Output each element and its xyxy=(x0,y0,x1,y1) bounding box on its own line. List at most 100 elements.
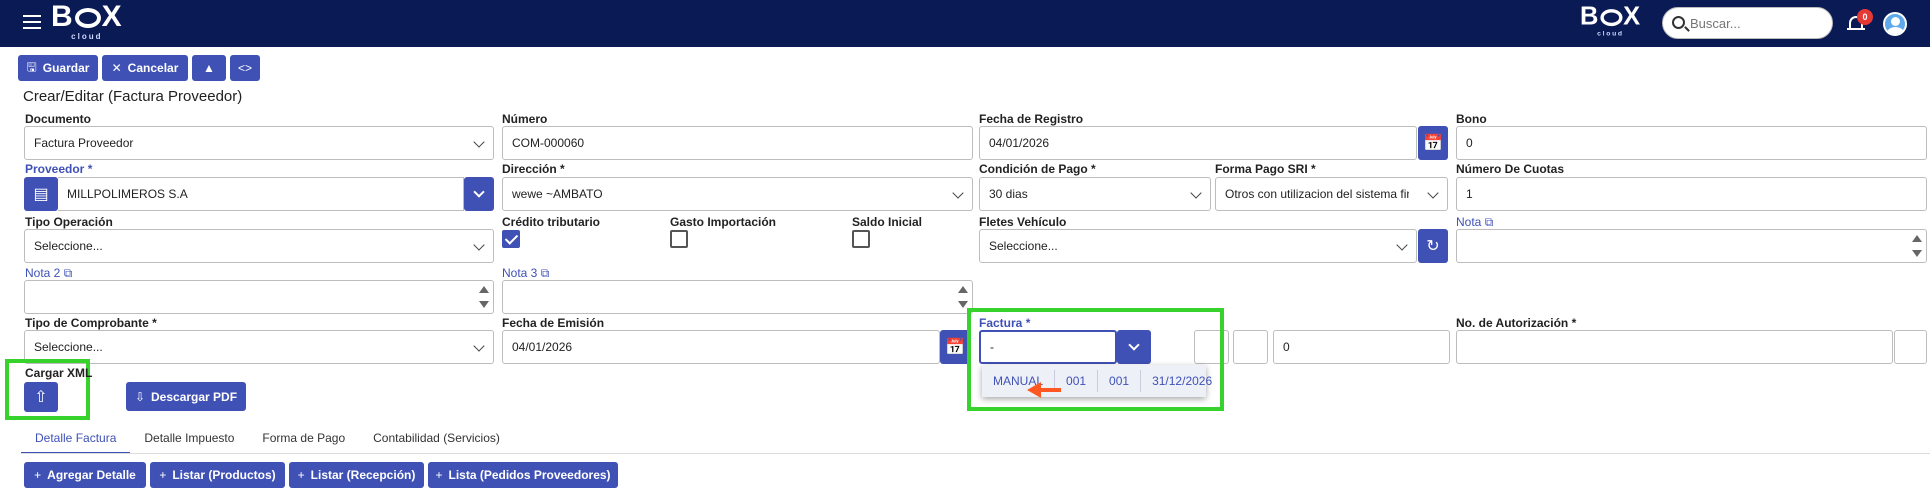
tipo-comprobante-label: Tipo de Comprobante * xyxy=(25,316,157,330)
factura-highlight-box xyxy=(967,308,1224,411)
nota-textarea[interactable] xyxy=(1456,229,1927,263)
numero-cuotas-input[interactable]: 1 xyxy=(1456,177,1927,211)
no-autorizacion-label: No. de Autorización * xyxy=(1456,316,1577,330)
code-button[interactable]: <> xyxy=(230,55,260,81)
brand-logo-right: BX cloud xyxy=(1580,2,1641,38)
documento-label: Documento xyxy=(25,112,91,126)
nota-label: Nota ⧉ xyxy=(1456,215,1494,229)
documento-select[interactable]: Factura Proveedor xyxy=(24,126,494,160)
bono-input[interactable]: 0 xyxy=(1456,126,1927,160)
fecha-registro-input[interactable]: 04/01/2026 xyxy=(979,126,1417,160)
tipo-operacion-label: Tipo Operación xyxy=(25,215,113,229)
tab-detalle-factura[interactable]: Detalle Factura xyxy=(21,428,131,454)
page-title: Crear/Editar (Factura Proveedor) xyxy=(23,88,243,105)
tab-contabilidad[interactable]: Contabilidad (Servicios) xyxy=(359,428,514,454)
condicion-pago-label: Condición de Pago * xyxy=(979,162,1096,176)
descargar-pdf-button[interactable]: ⇩ Descargar PDF xyxy=(126,382,246,411)
spin-down-icon[interactable] xyxy=(1912,250,1922,257)
gasto-importacion-checkbox[interactable] xyxy=(670,230,688,248)
floppy-icon: 🖫 xyxy=(26,59,37,74)
chevron-down-icon xyxy=(1427,187,1439,199)
calendar-icon[interactable]: 📅 xyxy=(940,330,970,364)
saldo-inicial-checkbox[interactable] xyxy=(852,230,870,248)
bono-label: Bono xyxy=(1456,112,1487,126)
plus-icon: + xyxy=(435,468,443,482)
spin-down-icon[interactable] xyxy=(479,301,489,308)
app-logo[interactable]: BX cloud xyxy=(51,2,123,42)
tipo-operacion-select[interactable]: Seleccione... xyxy=(24,229,494,263)
copy-icon[interactable]: ⧉ xyxy=(541,266,550,280)
save-button[interactable]: 🖫 Guardar xyxy=(18,55,98,81)
bank-icon: ▲ xyxy=(203,61,215,75)
chevron-down-icon xyxy=(473,340,485,352)
factura-numero-input[interactable]: 0 xyxy=(1273,330,1450,364)
nota3-label: Nota 3 ⧉ xyxy=(502,266,550,280)
fecha-registro-label: Fecha de Registro xyxy=(979,112,1084,126)
fletes-vehiculo-select[interactable]: Seleccione... xyxy=(979,229,1417,263)
condicion-pago-select[interactable]: 30 dias xyxy=(979,177,1211,211)
cancel-button[interactable]: ✕ Cancelar xyxy=(102,55,188,81)
direccion-select[interactable]: wewe ~AMBATO xyxy=(502,177,973,211)
proveedor-label: Proveedor * xyxy=(25,162,93,176)
hamburger-icon[interactable] xyxy=(23,15,41,29)
bank-button[interactable]: ▲ xyxy=(192,55,226,81)
direccion-label: Dirección * xyxy=(502,162,565,176)
factura-serie2-input[interactable] xyxy=(1233,330,1268,364)
nota3-textarea[interactable] xyxy=(502,280,973,314)
tipo-comprobante-select[interactable]: Seleccione... xyxy=(24,330,494,364)
lista-pedidos-button[interactable]: + Lista (Pedidos Proveedores) xyxy=(428,462,618,488)
spin-up-icon[interactable] xyxy=(479,286,489,293)
no-autorizacion-input[interactable] xyxy=(1456,330,1893,364)
credito-tributario-checkbox[interactable] xyxy=(502,230,520,248)
proveedor-input[interactable]: MILLPOLIMEROS S.A xyxy=(58,177,464,211)
saldo-inicial-label: Saldo Inicial xyxy=(852,215,923,229)
tab-forma-pago[interactable]: Forma de Pago xyxy=(248,428,359,454)
spin-down-icon[interactable] xyxy=(958,301,968,308)
top-bar: BX cloud BX cloud 0 xyxy=(0,0,1930,47)
close-icon: ✕ xyxy=(111,61,122,75)
copy-icon[interactable]: ⧉ xyxy=(64,266,73,280)
fecha-emision-input[interactable]: 04/01/2026 xyxy=(502,330,940,364)
numero-input[interactable]: COM-000060 xyxy=(502,126,973,160)
no-autorizacion-extra[interactable] xyxy=(1894,330,1927,364)
gasto-importacion-label: Gasto Importación xyxy=(670,215,777,229)
code-icon: <> xyxy=(237,61,252,75)
calendar-icon[interactable]: 📅 xyxy=(1418,126,1448,160)
forma-pago-sri-label: Forma Pago SRI * xyxy=(1215,162,1316,176)
credito-tributario-label: Crédito tributario xyxy=(502,215,600,229)
upload-icon[interactable]: ⇧ xyxy=(24,382,58,412)
listar-productos-button[interactable]: + Listar (Productos) xyxy=(150,462,285,488)
chevron-down-icon xyxy=(473,186,485,198)
nota2-textarea[interactable] xyxy=(24,280,494,314)
tab-divider xyxy=(21,453,1930,454)
refresh-icon[interactable]: ↻ xyxy=(1418,229,1448,263)
agregar-detalle-button[interactable]: + Agregar Detalle xyxy=(24,462,146,488)
search-icon xyxy=(1672,16,1685,29)
notification-badge: 0 xyxy=(1857,9,1873,25)
listar-recepcion-button[interactable]: + Listar (Recepción) xyxy=(289,462,424,488)
global-search[interactable] xyxy=(1662,7,1833,39)
chevron-down-icon xyxy=(473,136,485,148)
chevron-down-icon xyxy=(473,239,485,251)
search-input[interactable] xyxy=(1690,13,1825,33)
plus-icon: + xyxy=(34,468,42,482)
detail-tabs: Detalle Factura Detalle Impuesto Forma d… xyxy=(21,428,514,454)
nota2-label: Nota 2 ⧉ xyxy=(25,266,73,280)
spin-up-icon[interactable] xyxy=(1912,235,1922,242)
forma-pago-sri-select[interactable]: Otros con utilizacion del sistema fin xyxy=(1215,177,1448,211)
plus-icon: + xyxy=(159,468,167,482)
chevron-down-icon xyxy=(1396,239,1408,251)
proveedor-dropdown-button[interactable] xyxy=(464,177,494,211)
id-card-icon[interactable]: ▤ xyxy=(24,177,58,211)
copy-icon[interactable]: ⧉ xyxy=(1485,215,1494,229)
user-avatar-icon[interactable] xyxy=(1883,12,1907,36)
chevron-down-icon xyxy=(1190,187,1202,199)
plus-icon: + xyxy=(297,468,305,482)
chevron-down-icon xyxy=(952,187,964,199)
fecha-emision-label: Fecha de Emisión xyxy=(502,316,605,330)
numero-cuotas-label: Número De Cuotas xyxy=(1456,162,1565,176)
download-icon: ⇩ xyxy=(134,389,145,404)
spin-up-icon[interactable] xyxy=(958,286,968,293)
fletes-vehiculo-label: Fletes Vehículo xyxy=(979,215,1067,229)
tab-detalle-impuesto[interactable]: Detalle Impuesto xyxy=(130,428,248,454)
